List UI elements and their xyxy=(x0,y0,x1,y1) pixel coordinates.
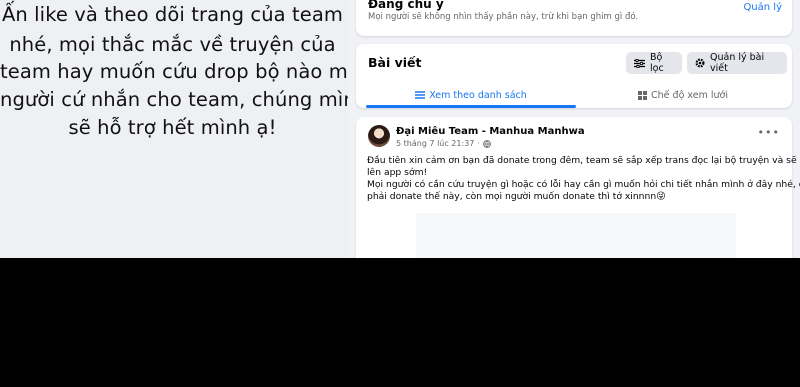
promo-text-panel: Ấn like và theo dõi trang của team nhé, … xyxy=(0,0,369,258)
promo-line: sẽ hỗ trợ hết mình ạ! xyxy=(68,116,277,139)
post-timestamp[interactable]: 5 tháng 7 lúc 21:37 xyxy=(396,139,474,148)
manage-posts-button[interactable]: Quản lý bài viết xyxy=(687,52,787,74)
post-media-placeholder[interactable] xyxy=(416,213,736,258)
avatar[interactable] xyxy=(368,125,390,147)
tab-grid-label: Chế độ xem lưới xyxy=(651,89,728,101)
filter-icon xyxy=(634,58,645,68)
post-body: Đầu tiên xin cảm ơn bạn đã donate trong … xyxy=(367,155,800,203)
filter-button[interactable]: Bộ lọc xyxy=(626,52,682,74)
grid-icon xyxy=(638,90,648,100)
globe-icon xyxy=(483,139,491,148)
manage-posts-label: Quản lý bài viết xyxy=(710,52,765,74)
dot-separator: · xyxy=(477,139,480,148)
facebook-page-panel: Đang chú ý Mọi người sẽ không nhìn thấy … xyxy=(348,0,800,258)
tab-list-view[interactable]: Xem theo danh sách xyxy=(366,84,576,108)
more-dots-icon[interactable]: ••• xyxy=(758,126,780,139)
pinned-subtitle: Mọi người sẽ không nhìn thấy phần này, t… xyxy=(368,12,639,22)
list-icon xyxy=(415,91,426,99)
posts-title: Bài viết xyxy=(368,55,422,70)
post-card: Đại Miêu Team - Manhua Manhwa 5 tháng 7 … xyxy=(356,117,800,258)
post-author[interactable]: Đại Miêu Team - Manhua Manhwa xyxy=(396,126,585,137)
promo-line: người cứ nhắn cho team, chúng mình xyxy=(0,88,369,111)
posts-header-card: Bài viết Bộ lọc Quản lý bài viết Xem the… xyxy=(356,44,792,108)
post-body-line: phải donate thế này, còn mọi người muốn … xyxy=(367,191,666,202)
post-meta: 5 tháng 7 lúc 21:37 · xyxy=(396,139,491,148)
gear-icon xyxy=(695,58,705,68)
pinned-card: Đang chú ý Mọi người sẽ không nhìn thấy … xyxy=(356,0,792,36)
tab-list-label: Xem theo danh sách xyxy=(429,89,527,101)
post-body-line: Mọi người có cần cứu truyện gì hoặc có l… xyxy=(367,179,800,190)
promo-line: team hay muốn cứu drop bộ nào mọi xyxy=(0,60,366,83)
filter-button-label: Bộ lọc xyxy=(650,52,664,74)
post-body-line: lên app sớm! xyxy=(367,167,428,178)
promo-line: nhé, mọi thắc mắc về truyện của xyxy=(9,33,336,56)
post-body-line: Đầu tiên xin cảm ơn bạn đã donate trong … xyxy=(367,155,800,166)
pinned-title: Đang chú ý xyxy=(368,0,444,11)
promo-line: Ấn like và theo dõi trang của team xyxy=(1,3,344,26)
black-letterbox xyxy=(0,258,800,387)
pinned-manage-link[interactable]: Quản lý xyxy=(743,2,782,13)
screenshot-area: Ấn like và theo dõi trang của team nhé, … xyxy=(0,0,800,258)
tab-grid-view[interactable]: Chế độ xem lưới xyxy=(578,84,788,106)
